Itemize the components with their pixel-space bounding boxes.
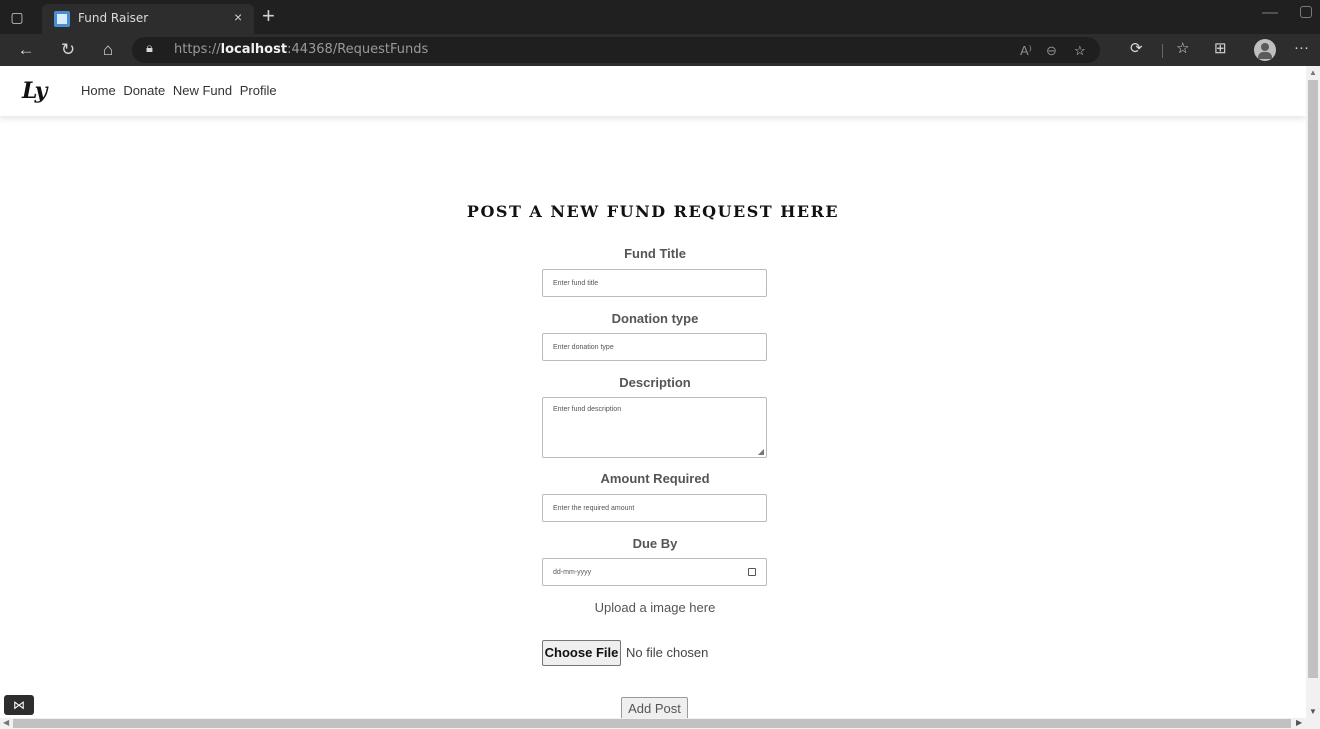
due-by-label: Due By [632,536,678,551]
visual-studio-icon[interactable]: ⋈ [4,695,34,715]
browser-toolbar: ← ↻ ⌂ 🔒︎ https://localhost:44368/Request… [0,34,1320,66]
resize-handle-icon[interactable]: ◢ [758,447,764,456]
description-placeholder: Enter fund description [553,406,622,413]
vertical-scrollbar[interactable]: ▲ ▼ [1306,66,1320,718]
minimize-icon[interactable]: — [1262,4,1278,22]
due-by-placeholder: dd-mm-yyyy [553,569,592,576]
back-icon[interactable]: ← [14,39,38,61]
profile-icon[interactable] [1254,39,1276,61]
fund-title-input[interactable]: Enter fund title [542,269,767,297]
scroll-right-icon[interactable]: ▶ [1296,718,1302,727]
site-logo[interactable]: Ly [22,78,48,104]
site-header: Ly Home Donate New Fund Profile [0,66,1306,116]
more-icon[interactable]: ··· [1294,39,1309,56]
scroll-left-icon[interactable]: ◀ [3,718,9,727]
address-bar[interactable]: 🔒︎ https://localhost:44368/RequestFunds … [132,37,1100,63]
scroll-up-icon[interactable]: ▲ [1309,68,1317,77]
tab-title: Fund Raiser [78,11,149,25]
read-aloud-icon[interactable]: A⁾ [1020,43,1032,59]
upload-image-label: Upload a image here [594,600,716,615]
scroll-down-icon[interactable]: ▼ [1309,707,1317,716]
url-text: https://localhost:44368/RequestFunds [174,42,429,57]
add-favorite-icon[interactable]: ☆ [1074,43,1086,59]
page-viewport: Ly Home Donate New Fund Profile POST A N… [0,66,1306,718]
nav-home-link[interactable]: Home [81,83,116,98]
browser-tab-bar: ▢ Fund Raiser × + — [0,0,1320,34]
donation-type-label: Donation type [611,311,699,326]
browser-tab[interactable]: Fund Raiser × [42,4,254,34]
home-icon[interactable]: ⌂ [96,39,120,61]
due-by-date-input[interactable]: dd-mm-yyyy [542,558,767,586]
site-nav: Home Donate New Fund Profile [81,83,281,98]
amount-required-input[interactable]: Enter the required amount [542,494,767,522]
horizontal-scroll-thumb[interactable] [13,719,1291,728]
calendar-icon[interactable] [748,568,756,576]
favorites-icon[interactable]: ☆ [1176,39,1189,57]
description-textarea[interactable]: Enter fund description ◢ [542,397,767,458]
description-label: Description [619,375,691,390]
donation-type-input[interactable]: Enter donation type [542,333,767,361]
extensions-icon[interactable]: ⟳ [1130,39,1143,57]
favicon-icon [54,11,70,27]
amount-required-label: Amount Required [600,471,710,486]
new-tab-icon[interactable]: + [262,3,275,29]
choose-file-button[interactable]: Choose File [542,640,621,666]
sidebar-icon[interactable]: ▢ [6,7,28,27]
toolbar-divider [1162,44,1163,58]
refresh-icon[interactable]: ↻ [56,39,80,61]
lock-icon[interactable]: 🔒︎ [146,40,153,56]
zoom-icon[interactable]: ⊖ [1046,43,1057,59]
nav-profile-link[interactable]: Profile [240,83,277,98]
form-title: POST A NEW FUND REQUEST HERE [466,202,840,221]
horizontal-scrollbar[interactable]: ◀ ▶ [0,718,1320,729]
add-post-button[interactable]: Add Post [621,697,688,718]
collections-icon[interactable]: ⊞ [1214,39,1227,57]
vertical-scroll-thumb[interactable] [1308,80,1318,678]
restore-icon[interactable] [1300,6,1312,18]
tab-close-icon[interactable]: × [234,9,242,25]
file-status-text: No file chosen [626,645,709,660]
fund-title-label: Fund Title [624,246,686,261]
nav-donate-link[interactable]: Donate [123,83,165,98]
nav-new-fund-link[interactable]: New Fund [173,83,232,98]
